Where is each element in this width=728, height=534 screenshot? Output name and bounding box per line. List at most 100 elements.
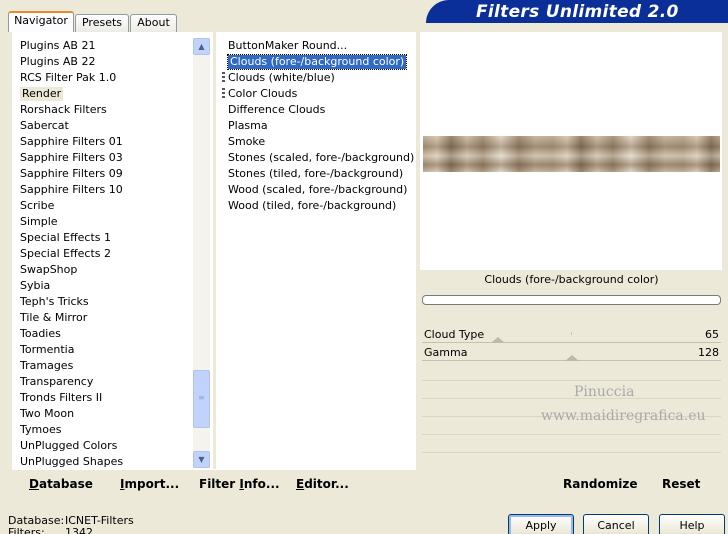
category-item-label: Tormentia <box>20 343 75 356</box>
filters-info: Filters: 1342 <box>8 526 93 534</box>
apply-button[interactable]: Apply <box>508 514 574 534</box>
param-value: 65 <box>705 328 719 341</box>
progress-bar <box>422 295 721 305</box>
category-item[interactable]: UnPlugged Shapes <box>20 454 192 470</box>
filter-item[interactable]: ButtonMaker Round... <box>228 38 413 54</box>
category-item-label: Toadies <box>20 327 61 340</box>
filters-label: Filters: <box>8 526 45 534</box>
scroll-thumb[interactable]: ≡ <box>193 370 210 428</box>
category-item-label: Special Effects 2 <box>20 247 112 260</box>
filter-item-label: Stones (tiled, fore-/background) <box>228 167 404 180</box>
category-item-label: Sapphire Filters 10 <box>20 183 123 196</box>
filter-info-button[interactable]: Filter Info... <box>199 476 280 492</box>
empty-param-row <box>422 398 721 399</box>
category-item-label: Transparency <box>20 375 94 388</box>
category-item[interactable]: Tormentia <box>20 342 192 358</box>
tab-presets[interactable]: Presets <box>75 14 129 32</box>
category-item-label: Plugins AB 22 <box>20 55 96 68</box>
filter-item[interactable]: Wood (scaled, fore-/background) <box>228 182 413 198</box>
filter-item-label: Stones (scaled, fore-/background) <box>228 151 415 164</box>
category-item-label: Sapphire Filters 03 <box>20 151 123 164</box>
slider-track <box>422 342 721 343</box>
filters-count: 1342 <box>65 526 93 534</box>
slider-thumb[interactable] <box>491 337 506 343</box>
category-item[interactable]: Simple <box>20 214 192 230</box>
filter-item[interactable]: Wood (tiled, fore-/background) <box>228 198 413 214</box>
category-item[interactable]: Sapphire Filters 09 <box>20 166 192 182</box>
tab-navigator[interactable]: Navigator <box>8 11 74 32</box>
category-item-label: Render <box>20 87 64 101</box>
category-item[interactable]: Special Effects 1 <box>20 230 192 246</box>
watermark-url: www.maidiregrafica.eu <box>541 408 706 424</box>
editor-button[interactable]: Editor... <box>296 476 349 492</box>
slider-tick <box>571 332 572 335</box>
import-button[interactable]: Import... <box>120 476 179 492</box>
category-item[interactable]: Plugins AB 21 <box>20 38 192 54</box>
selected-filter-name: Clouds (fore-/background color) <box>484 273 659 286</box>
category-item[interactable]: Plugins AB 22 <box>20 54 192 70</box>
category-item[interactable]: Two Moon <box>20 406 192 422</box>
filter-item[interactable]: Stones (tiled, fore-/background) <box>228 166 413 182</box>
filter-item[interactable]: Stones (scaled, fore-/background) <box>228 150 415 166</box>
category-item[interactable]: Sapphire Filters 03 <box>20 150 192 166</box>
scroll-up-button[interactable]: ▲ <box>193 38 210 55</box>
randomize-button[interactable]: Randomize <box>563 476 637 492</box>
category-item[interactable]: RCS Filter Pak 1.0 <box>20 70 192 86</box>
category-item[interactable]: Tramages <box>20 358 192 374</box>
category-item-label: Scribe <box>20 199 55 212</box>
category-scrollbar[interactable]: ▲ ≡ ▼ <box>193 38 210 468</box>
param-cloud-type[interactable]: Cloud Type 65 <box>422 327 721 345</box>
filter-item[interactable]: Smoke <box>228 134 413 150</box>
filter-item[interactable]: Color Clouds <box>222 86 413 102</box>
category-item-label: Sybia <box>20 279 51 292</box>
filter-list[interactable]: ButtonMaker Round... Clouds (fore-/backgr… <box>222 38 415 214</box>
category-item[interactable]: Transparency <box>20 374 192 390</box>
category-list[interactable]: Plugins AB 21 Plugins AB 22 RCS Filter Pak… <box>20 38 192 470</box>
grip-icon <box>222 88 225 100</box>
category-item[interactable]: Teph's Tricks <box>20 294 192 310</box>
category-item-label: Simple <box>20 215 58 228</box>
category-item[interactable]: Render <box>20 86 192 102</box>
cancel-button[interactable]: Cancel <box>583 514 649 534</box>
filter-item-label: Plasma <box>228 119 268 132</box>
watermark-name: Pinuccia <box>574 384 635 400</box>
category-item[interactable]: Sabercat <box>20 118 192 134</box>
slider-thumb[interactable] <box>565 355 580 361</box>
category-item[interactable]: Sybia <box>20 278 192 294</box>
category-item[interactable]: UnPlugged Colors <box>20 438 192 454</box>
database-button[interactable]: Database <box>29 476 93 492</box>
empty-param-row <box>422 452 721 453</box>
scroll-down-button[interactable]: ▼ <box>193 451 210 468</box>
category-item[interactable]: Toadies <box>20 326 192 342</box>
category-item-label: Sapphire Filters 01 <box>20 135 123 148</box>
reset-button[interactable]: Reset <box>662 476 700 492</box>
category-item-label: Tramages <box>20 359 74 372</box>
filter-item[interactable]: Clouds (white/blue) <box>222 70 413 86</box>
category-item-label: Sabercat <box>20 119 69 132</box>
category-item-label: UnPlugged Colors <box>20 439 118 452</box>
filter-item[interactable]: Difference Clouds <box>228 102 413 118</box>
param-gamma[interactable]: Gamma 128 <box>422 345 721 363</box>
category-item-label: Tymoes <box>20 423 62 436</box>
category-item-label: RCS Filter Pak 1.0 <box>20 71 117 84</box>
category-item[interactable]: Special Effects 2 <box>20 246 192 262</box>
filter-item-label: Wood (scaled, fore-/background) <box>228 183 408 196</box>
category-item[interactable]: SwapShop <box>20 262 192 278</box>
preview-image <box>423 136 720 172</box>
category-item-label: Sapphire Filters 09 <box>20 167 123 180</box>
grip-icon <box>222 72 225 84</box>
tab-about[interactable]: About <box>130 14 177 32</box>
category-item-label: Teph's Tricks <box>20 295 89 308</box>
category-item[interactable]: Tronds Filters II <box>20 390 192 406</box>
filter-item[interactable]: Plasma <box>228 118 413 134</box>
category-item[interactable]: Sapphire Filters 10 <box>20 182 192 198</box>
filter-item[interactable]: Clouds (fore-/background color) <box>226 54 413 70</box>
category-item[interactable]: Tymoes <box>20 422 192 438</box>
category-item-label: Tile & Mirror <box>20 311 88 324</box>
category-item[interactable]: Scribe <box>20 198 192 214</box>
category-item[interactable]: Sapphire Filters 01 <box>20 134 192 150</box>
category-item[interactable]: Rorshack Filters <box>20 102 192 118</box>
help-button[interactable]: Help <box>659 514 725 534</box>
category-item-label: Rorshack Filters <box>20 103 107 116</box>
category-item[interactable]: Tile & Mirror <box>20 310 192 326</box>
